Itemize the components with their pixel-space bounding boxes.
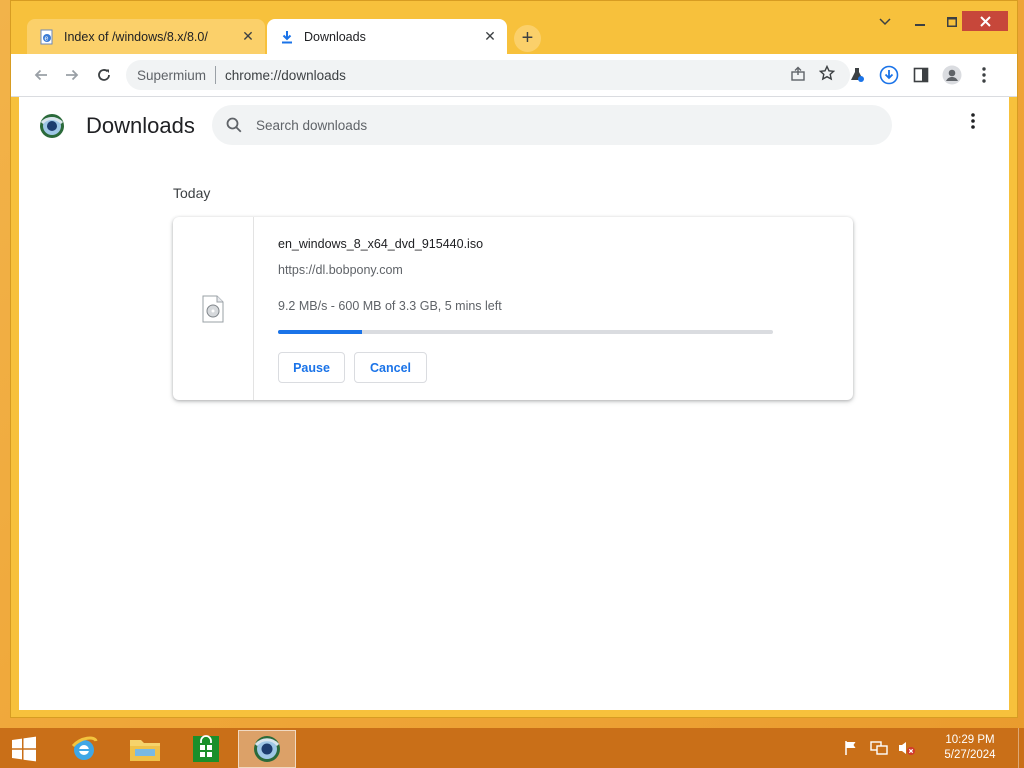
more-options-icon[interactable] [963, 113, 983, 135]
browser-menu-icon[interactable] [974, 65, 994, 85]
download-icon [279, 29, 295, 45]
file-explorer-taskbar-button[interactable] [117, 730, 172, 768]
svg-text:e: e [45, 35, 49, 42]
reload-icon[interactable] [93, 64, 115, 86]
labs-flask-icon[interactable] [847, 65, 867, 85]
address-bar[interactable]: Supermium chrome://downloads [126, 60, 850, 90]
browser-toolbar: Supermium chrome://downloads [11, 54, 1017, 97]
clock-date: 5/27/2024 [944, 749, 996, 761]
progress-bar-fill [278, 330, 363, 334]
iso-file-icon [201, 295, 225, 323]
system-clock[interactable]: 10:29 PM 5/27/2024 [930, 733, 1010, 763]
search-downloads-field[interactable] [212, 105, 892, 145]
internet-explorer-icon [71, 736, 97, 760]
browser-name-label: Supermium [137, 67, 207, 83]
network-icon[interactable] [868, 737, 890, 759]
search-icon [224, 117, 244, 133]
file-icon-column [173, 217, 254, 400]
close-tab-icon[interactable]: ✕ [239, 28, 257, 46]
tab-title: Downloads [304, 29, 366, 44]
download-status-text: 9.2 MB/s - 600 MB of 3.3 GB, 5 mins left [278, 299, 502, 313]
bookmark-star-icon[interactable] [818, 64, 836, 85]
internet-explorer-taskbar-button[interactable] [56, 730, 111, 768]
tab-title: Index of /windows/8.x/8.0/ [64, 29, 208, 44]
browser-window: e Index of /windows/8.x/8.0/ ✕ Downloads… [10, 0, 1018, 718]
clock-time: 10:29 PM [945, 734, 995, 746]
system-tray: 10:29 PM 5/27/2024 [840, 728, 1024, 768]
windows-taskbar: 10:29 PM 5/27/2024 [0, 728, 1024, 768]
tab-strip: e Index of /windows/8.x/8.0/ ✕ Downloads… [11, 1, 1017, 54]
download-progress-icon[interactable] [879, 65, 899, 85]
show-desktop-button[interactable] [1018, 728, 1024, 768]
share-icon[interactable] [790, 66, 806, 85]
pause-button[interactable]: Pause [278, 352, 345, 383]
volume-muted-icon[interactable] [896, 737, 918, 759]
date-heading: Today [173, 185, 211, 201]
ie-page-icon: e [39, 29, 55, 45]
windows-logo-icon [12, 736, 36, 762]
download-item-card: en_windows_8_x64_dvd_915440.iso https://… [173, 217, 853, 400]
start-button[interactable] [0, 730, 48, 768]
tab-search-chevron-icon[interactable] [873, 11, 897, 33]
file-name-link[interactable]: en_windows_8_x64_dvd_915440.iso [278, 237, 483, 251]
action-center-flag-icon[interactable] [840, 737, 862, 759]
close-window-button[interactable] [962, 11, 1008, 31]
supermium-taskbar-button[interactable] [238, 730, 296, 768]
search-input[interactable] [256, 117, 816, 133]
tab-downloads[interactable]: Downloads ✕ [267, 19, 507, 54]
forward-arrow-icon[interactable] [61, 64, 83, 86]
omnibox-separator [215, 66, 217, 84]
store-taskbar-button[interactable] [178, 730, 233, 768]
new-tab-button[interactable]: + [514, 25, 541, 52]
url-text: chrome://downloads [225, 67, 346, 83]
download-progress-bar [278, 330, 773, 334]
page-title: Downloads [86, 113, 195, 138]
side-panel-icon[interactable] [911, 65, 931, 85]
close-tab-icon[interactable]: ✕ [481, 28, 499, 46]
minimize-button[interactable] [907, 11, 933, 33]
page-header: Downloads [19, 97, 1009, 153]
profile-avatar-icon[interactable] [942, 65, 962, 85]
supermium-icon [254, 736, 280, 762]
source-url-link[interactable]: https://dl.bobpony.com [278, 263, 403, 277]
file-explorer-icon [129, 740, 160, 761]
back-arrow-icon[interactable] [30, 64, 52, 86]
supermium-logo-icon [39, 113, 65, 139]
tab-index-windows[interactable]: e Index of /windows/8.x/8.0/ ✕ [27, 19, 265, 54]
store-icon [192, 735, 219, 762]
downloads-page: Downloads Today en_windows_8_x64_dvd_915… [19, 97, 1009, 710]
cancel-button[interactable]: Cancel [354, 352, 427, 383]
